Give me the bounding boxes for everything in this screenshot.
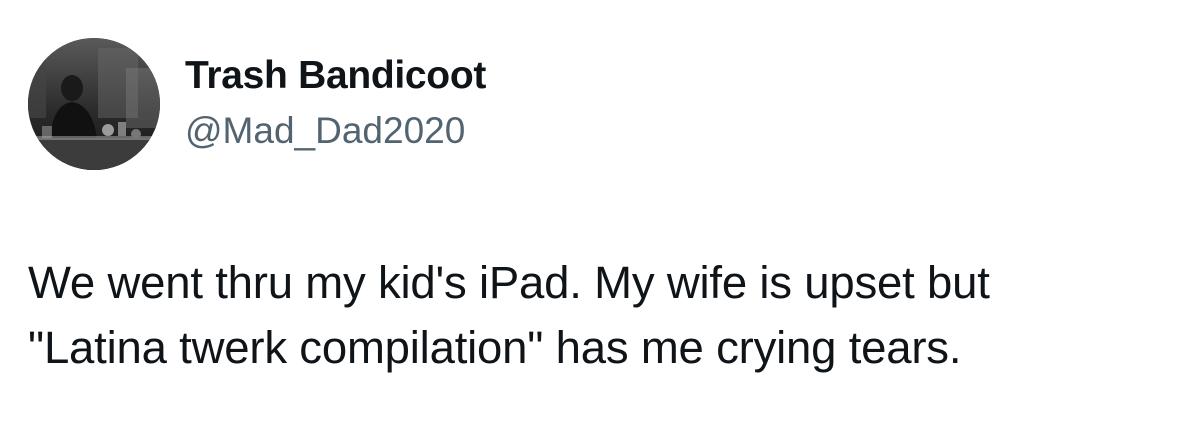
user-handle[interactable]: @Mad_Dad2020 xyxy=(185,110,465,152)
tweet-text-line: "Latina twerk compilation" has me crying… xyxy=(28,322,962,373)
tweet-text-line: We went thru my kid's iPad. My wife is u… xyxy=(28,257,990,308)
display-name[interactable]: Trash Bandicoot xyxy=(185,54,486,98)
profile-photo-icon xyxy=(28,38,160,170)
tweet-text: We went thru my kid's iPad. My wife is u… xyxy=(28,250,1158,380)
avatar[interactable] xyxy=(28,38,160,170)
tweet-card: Trash Bandicoot @Mad_Dad2020 We went thr… xyxy=(0,0,1179,425)
